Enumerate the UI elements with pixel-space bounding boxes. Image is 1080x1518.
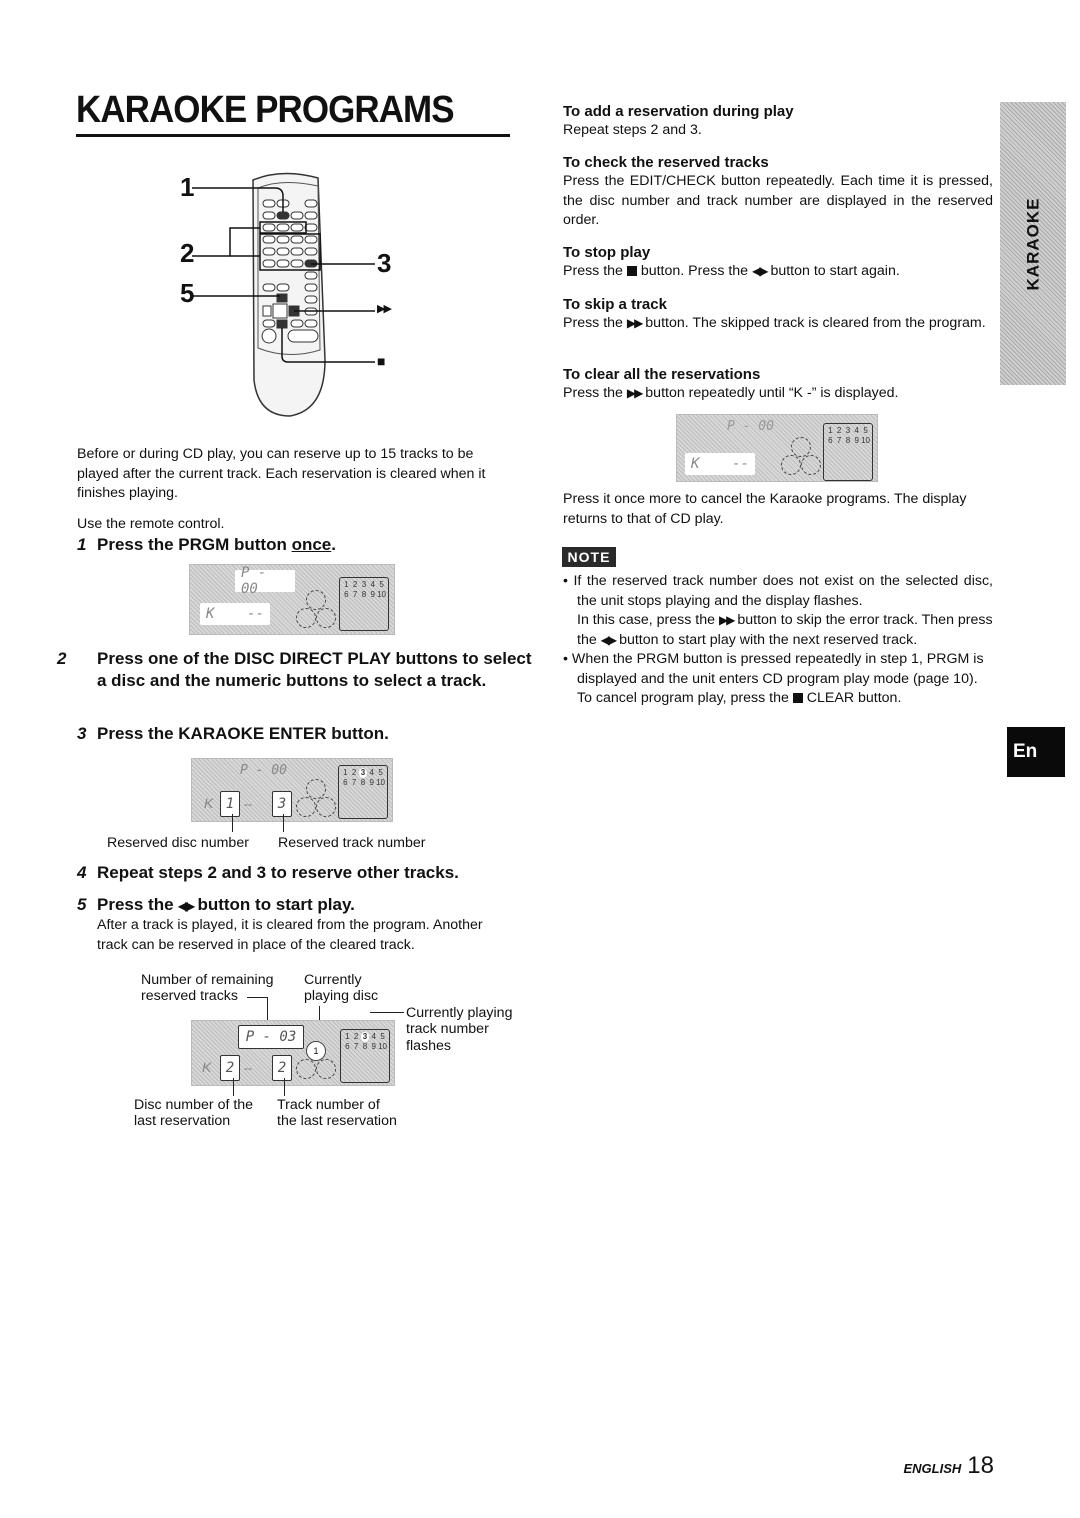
callout-2: 2 [180, 238, 195, 268]
playing-disc: 1 [306, 1041, 326, 1061]
note-item: • When the PRGM button is pressed repeat… [563, 651, 984, 687]
reserved-disc-number: 1 [220, 791, 240, 817]
track-grid: 12345 6 7 8 9 10 [339, 577, 389, 631]
lcd-top-readout: P - 00 [240, 763, 287, 778]
lcd-top-readout: P - 00 [235, 565, 295, 597]
footer-language: ENGLISH [903, 1461, 962, 1476]
clear-icon [792, 693, 803, 703]
callout-3: 3 [377, 248, 392, 278]
step-5-detail: After a track is played, it is cleared f… [97, 917, 483, 953]
leader-line [283, 814, 284, 832]
leader-line [233, 1078, 234, 1096]
callout-1: 1 [180, 172, 195, 202]
page-number: 18 [967, 1452, 994, 1479]
note-badge: NOTE [562, 547, 616, 567]
section-clear-reservations: To clear all the reservations Press the … [563, 366, 899, 401]
step-2: 2 Press one of the DISC DIRECT PLAY butto… [57, 649, 532, 690]
track-grid: 12345 6 7 8 9 10 [338, 765, 388, 819]
disc-indicator-icon: 1 [296, 1041, 336, 1081]
step-number: 1 [77, 535, 87, 554]
play-pause-icon: ◀▶ [600, 632, 618, 647]
step-1: 1 Press the PRGM button once. [77, 535, 336, 554]
leader-line [247, 997, 267, 998]
language-tab-en: En [1007, 727, 1065, 777]
intro-paragraph: Before or during CD play, you can reserv… [77, 446, 486, 501]
last-reservation-disc: 2 [220, 1055, 240, 1081]
disc-indicator-icon [296, 590, 336, 630]
after-clear-text: Press it once more to cancel the Karaoke… [563, 491, 967, 527]
last-reservation-track: 2 [272, 1055, 292, 1081]
use-remote-text: Use the remote control. [77, 516, 225, 532]
section-check-reserved: To check the reserved tracks Press the E… [563, 154, 993, 228]
callout-5: 5 [180, 278, 195, 308]
label-reserved-disc: Reserved disc number [107, 835, 249, 851]
skip-forward-icon: ▶▶ [718, 613, 736, 627]
play-pause-icon: ◀▶ [178, 899, 195, 913]
title-rule [76, 134, 510, 137]
lcd-display-clear: P - 00 K -- 12345 6 7 8 9 10 [676, 414, 878, 482]
remote-diagram: 1 2 5 3 ▶▶ ■ [170, 160, 410, 430]
note-item: • If the reserved track number does not … [563, 573, 993, 609]
disc-indicator-icon [781, 437, 821, 477]
remote-control-illustration [192, 172, 375, 417]
lcd-display-step5: P - 03 K 2 -- 2 1 12345 6 7 8 9 10 [191, 1020, 395, 1086]
track-grid: 12345 6 7 8 9 10 [823, 423, 873, 481]
lcd-bottom-left: K -- [685, 453, 755, 475]
remaining-reserved-tracks: P - 03 [238, 1025, 304, 1049]
flashing-track: 3 [358, 768, 368, 778]
leader-line [370, 1012, 404, 1013]
note-list: • If the reserved track number does not … [563, 573, 993, 706]
disc-indicator-icon [296, 779, 336, 819]
stop-icon [626, 266, 637, 276]
flashing-track: 3 [360, 1032, 370, 1042]
skip-forward-icon: ▶▶ [626, 386, 644, 400]
callout-stop-icon: ■ [377, 353, 386, 369]
section-stop-play: To stop play Press the button. Press the… [563, 244, 900, 279]
page-footer: ENGLISH 18 [904, 1452, 995, 1480]
play-pause-icon: ◀▶ [752, 264, 769, 278]
section-add-reservation: To add a reservation during play Repeat … [563, 103, 794, 138]
step-3: 3 Press the KARAOKE ENTER button. [77, 724, 389, 743]
section-skip-track: To skip a track Press the ▶▶ button. The… [563, 296, 986, 331]
lcd-display-step1: P - 00 K -- 12345 6 7 8 9 10 [189, 564, 395, 635]
skip-forward-icon: ▶▶ [626, 316, 644, 330]
page-title: KARAOKE PROGRAMS [76, 89, 455, 131]
track-grid: 12345 6 7 8 9 10 [340, 1029, 390, 1083]
step-4: 4 Repeat steps 2 and 3 to reserve other t… [77, 863, 459, 882]
lcd-bottom-left: K -- [200, 603, 270, 625]
step-5: 5 Press the ◀▶ button to start play. [77, 895, 355, 914]
reserved-track-number: 3 [272, 791, 292, 817]
callout-skip-icon: ▶▶ [377, 303, 392, 315]
label-reserved-track: Reserved track number [278, 835, 426, 851]
lcd-display-step3: P - 00 K 1 -- 3 12345 6 7 8 9 10 [191, 758, 393, 822]
section-tab-karaoke: KARAOKE [1000, 102, 1066, 385]
leader-line [232, 814, 233, 832]
leader-line [284, 1078, 285, 1096]
